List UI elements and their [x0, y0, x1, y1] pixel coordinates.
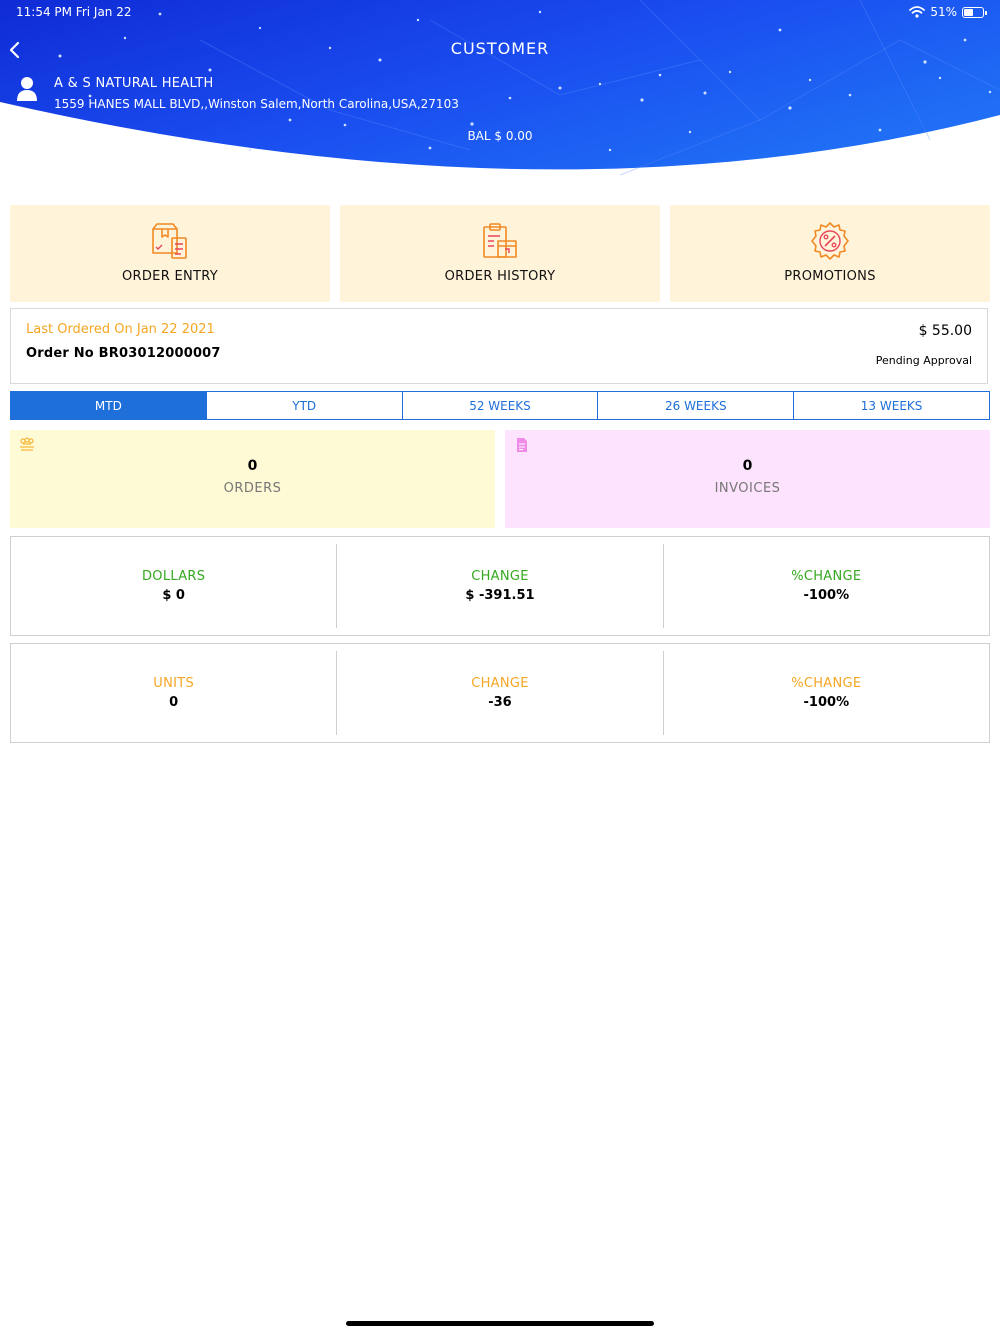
dollars-label: DOLLARS [142, 569, 206, 584]
order-history-label: ORDER HISTORY [444, 269, 556, 284]
invoice-icon [517, 438, 527, 452]
units-metrics: UNITS 0 CHANGE -36 %CHANGE -100% [10, 643, 990, 743]
order-history-icon [483, 223, 517, 258]
promotions-icon [811, 222, 849, 260]
order-entry-label: ORDER ENTRY [122, 269, 218, 284]
units-cell: UNITS 0 [11, 651, 336, 735]
invoices-count: 0 [742, 458, 753, 474]
user-icon [17, 77, 37, 101]
dollars-pct-change-cell: %CHANGE -100% [662, 544, 989, 628]
order-entry-button[interactable]: ORDER ENTRY [10, 205, 330, 302]
order-entry-icon [152, 223, 187, 259]
invoices-summary[interactable]: 0 INVOICES [505, 430, 990, 528]
status-time-date: 11:54 PM Fri Jan 22 [16, 5, 132, 19]
invoices-label: INVOICES [714, 481, 781, 496]
promotions-button[interactable]: PROMOTIONS [670, 205, 990, 302]
customer-balance: BAL $ 0.00 [467, 129, 533, 143]
promotions-label: PROMOTIONS [784, 269, 876, 284]
customer-header: 11:54 PM Fri Jan 22 51% CUSTOMER A & S N… [0, 0, 1000, 200]
dollars-cell: DOLLARS $ 0 [11, 544, 336, 628]
units-change-cell: CHANGE -36 [336, 651, 662, 735]
period-tabs: MTD YTD 52 WEEKS 26 WEEKS 13 WEEKS [10, 391, 990, 420]
dollars-change-value: $ -391.51 [465, 588, 535, 603]
dollars-change-cell: CHANGE $ -391.51 [336, 544, 662, 628]
last-order-card[interactable]: Last Ordered On Jan 22 2021 Order No BR0… [10, 308, 988, 384]
units-change-label: CHANGE [471, 676, 529, 691]
order-status: Pending Approval [875, 354, 972, 367]
tab-26-weeks[interactable]: 26 WEEKS [597, 392, 793, 419]
order-amount: $ 55.00 [918, 323, 972, 339]
units-label: UNITS [153, 676, 195, 691]
home-indicator[interactable] [346, 1321, 654, 1326]
units-pct-change-cell: %CHANGE -100% [662, 651, 989, 735]
tab-13-weeks[interactable]: 13 WEEKS [793, 392, 989, 419]
units-change-value: -36 [488, 695, 512, 710]
orders-icon [20, 437, 34, 451]
page-title: CUSTOMER [450, 39, 550, 58]
units-pct-change-value: -100% [803, 695, 850, 710]
customer-name: A & S NATURAL HEALTH [54, 76, 214, 91]
dollars-pct-change-label: %CHANGE [791, 569, 862, 584]
last-ordered-date: Last Ordered On Jan 22 2021 [26, 322, 215, 337]
orders-count: 0 [247, 458, 258, 474]
order-number: Order No BR03012000007 [26, 346, 221, 361]
tab-52-weeks[interactable]: 52 WEEKS [401, 392, 598, 419]
order-history-button[interactable]: ORDER HISTORY [340, 205, 660, 302]
dollars-pct-change-value: -100% [803, 588, 850, 603]
tab-ytd[interactable]: YTD [205, 392, 402, 419]
status-right: 51% [909, 5, 987, 19]
tab-mtd[interactable]: MTD [11, 392, 206, 419]
orders-label: ORDERS [223, 481, 282, 496]
customer-address: 1559 HANES MALL BLVD,,Winston Salem,Nort… [54, 97, 459, 111]
dollars-change-label: CHANGE [471, 569, 529, 584]
units-pct-change-label: %CHANGE [791, 676, 862, 691]
dollars-metrics: DOLLARS $ 0 CHANGE $ -391.51 %CHANGE -10… [10, 536, 990, 636]
battery-percent: 51% [930, 5, 957, 19]
battery-icon [962, 6, 987, 18]
dollars-value: $ 0 [162, 588, 185, 603]
wifi-icon [909, 6, 926, 18]
battery-level-fill [964, 8, 973, 16]
units-value: 0 [169, 695, 179, 710]
orders-summary[interactable]: 0 ORDERS [10, 430, 495, 528]
